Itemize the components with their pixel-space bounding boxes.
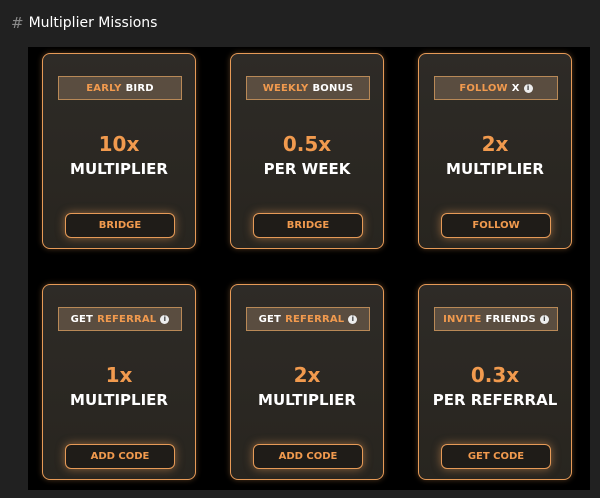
mission-card-invite-friends: INVITE FRIENDS i 0.3x PER REFERRAL GET COD… [418, 284, 572, 480]
add-code-button[interactable]: ADD CODE [253, 444, 363, 469]
tag-text: BONUS [312, 82, 354, 94]
tag-text: X [511, 82, 520, 94]
multiplier-label: PER WEEK [263, 160, 351, 178]
add-code-button[interactable]: ADD CODE [65, 444, 175, 469]
multiplier-value: 2x [481, 132, 509, 156]
tag-text: GET [70, 313, 94, 325]
section-title: Multiplier Missions [28, 15, 158, 31]
multiplier-value: 0.5x [282, 132, 332, 156]
mission-card-get-referral: GET REFERRAL i 1x MULTIPLIER ADD CODE [42, 284, 196, 480]
mission-card-early-bird: EARLY BIRD 10x MULTIPLIER BRIDGE [42, 53, 196, 249]
mission-tag: FOLLOW Xi [434, 76, 558, 100]
tag-highlight: REFERRAL [97, 313, 157, 325]
tag-highlight: WEEKLY [262, 82, 309, 94]
info-icon[interactable]: i [523, 83, 533, 93]
multiplier-label: PER REFERRAL [432, 391, 558, 409]
info-icon[interactable]: i [348, 314, 358, 324]
follow-button[interactable]: FOLLOW [441, 213, 551, 238]
tag-text: FRIENDS [485, 313, 536, 325]
multiplier-label: MULTIPLIER [258, 391, 356, 409]
mission-tag: GET REFERRAL i [58, 307, 182, 331]
mission-tag: EARLY BIRD [58, 76, 182, 100]
section-header: # Multiplier Missions [11, 13, 157, 33]
multiplier-value: 2x [293, 363, 321, 387]
tag-highlight: FOLLOW [459, 82, 508, 94]
tag-highlight: INVITE [443, 313, 482, 325]
missions-panel: EARLY BIRD 10x MULTIPLIER BRIDGE WEEKLY BO… [28, 47, 590, 490]
tag-highlight: EARLY [86, 82, 122, 94]
multiplier-label: MULTIPLIER [70, 391, 168, 409]
bridge-button[interactable]: BRIDGE [65, 213, 175, 238]
bridge-button[interactable]: BRIDGE [253, 213, 363, 238]
mission-tag: WEEKLY BONUS [246, 76, 370, 100]
info-icon[interactable]: i [160, 314, 170, 324]
multiplier-value: 1x [105, 363, 133, 387]
info-icon[interactable]: i [539, 314, 549, 324]
mission-tag: GET REFERRAL i [246, 307, 370, 331]
tag-text: GET [258, 313, 282, 325]
hash-icon: # [11, 14, 24, 32]
tag-text: BIRD [125, 82, 154, 94]
get-code-button[interactable]: GET CODE [441, 444, 551, 469]
multiplier-value: 10x [98, 132, 140, 156]
multiplier-value: 0.3x [470, 363, 520, 387]
mission-card-weekly-bonus: WEEKLY BONUS 0.5x PER WEEK BRIDGE [230, 53, 384, 249]
tag-highlight: REFERRAL [285, 313, 345, 325]
mission-card-follow-x: FOLLOW Xi 2x MULTIPLIER FOLLOW [418, 53, 572, 249]
mission-card-get-referral-2: GET REFERRAL i 2x MULTIPLIER ADD CODE [230, 284, 384, 480]
mission-tag: INVITE FRIENDS i [434, 307, 558, 331]
multiplier-label: MULTIPLIER [70, 160, 168, 178]
multiplier-label: MULTIPLIER [446, 160, 544, 178]
